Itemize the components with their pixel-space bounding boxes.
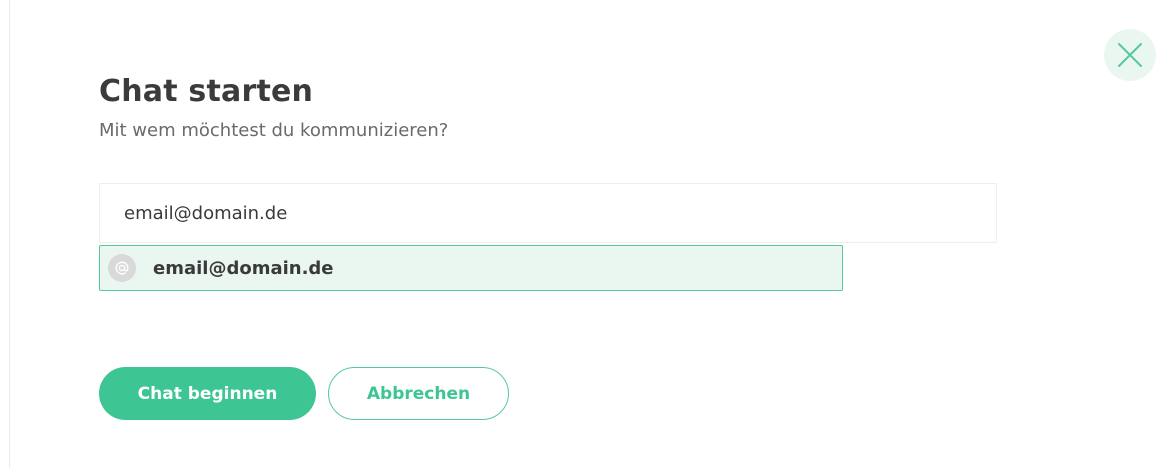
close-icon xyxy=(1118,43,1142,67)
at-icon xyxy=(108,254,136,282)
dialog-subtitle: Mit wem möchtest du kommunizieren? xyxy=(99,120,449,141)
start-chat-dialog: Chat starten Mit wem möchtest du kommuni… xyxy=(0,0,1158,468)
start-chat-button[interactable]: Chat beginnen xyxy=(99,367,316,420)
dialog-title: Chat starten xyxy=(99,74,314,109)
close-button[interactable] xyxy=(1104,29,1156,81)
recipient-suggestion[interactable]: email@domain.de xyxy=(99,245,843,291)
cancel-button[interactable]: Abbrechen xyxy=(328,367,509,420)
suggestion-email-label: email@domain.de xyxy=(153,257,334,279)
dialog-divider xyxy=(9,0,10,468)
recipient-email-input[interactable] xyxy=(99,183,997,243)
